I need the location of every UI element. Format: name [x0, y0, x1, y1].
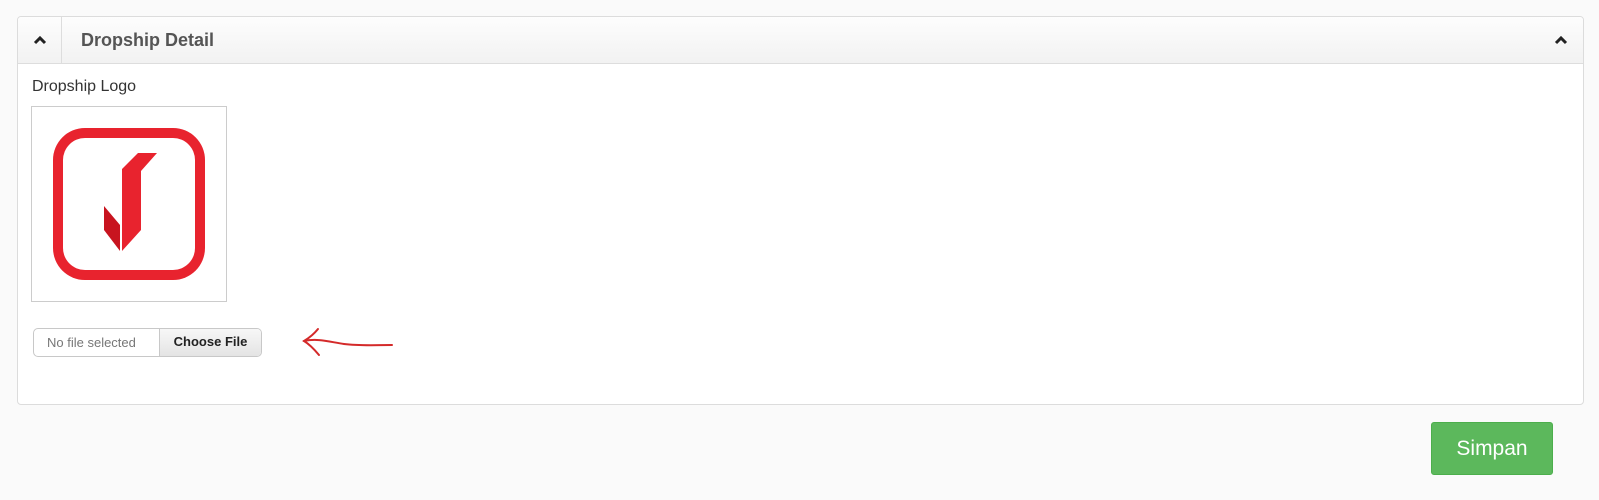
chevron-up-icon	[1554, 35, 1568, 45]
dropship-logo	[53, 128, 205, 280]
file-status-text: No file selected	[47, 335, 136, 350]
chevron-up-icon	[33, 35, 46, 45]
logo-thumbnail	[31, 106, 227, 302]
save-button[interactable]: Simpan	[1431, 422, 1553, 475]
collapse-toggle-right[interactable]	[1539, 17, 1583, 63]
logo-label: Dropship Logo	[32, 78, 137, 95]
logo-file-input[interactable]: No file selected Choose File	[33, 328, 262, 357]
choose-file-button[interactable]: Choose File	[159, 329, 261, 356]
hand-drawn-arrow-icon	[302, 328, 393, 356]
panel-header: Dropship Detail	[18, 17, 1583, 64]
panel-title: Dropship Detail	[81, 30, 215, 50]
collapse-toggle-left[interactable]	[18, 17, 62, 63]
dropship-detail-panel: Dropship Detail Dropship Logo No file se…	[17, 16, 1584, 405]
